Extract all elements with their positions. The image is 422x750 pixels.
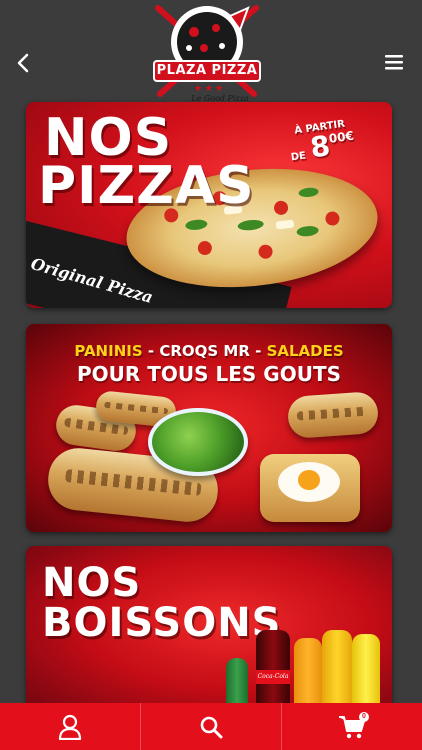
subtitle-separator: - — [249, 342, 267, 360]
banner-title: POUR TOUS LES GOUTS — [77, 362, 341, 386]
header: ★ ★ ★ PLAZA PIZZA Le Good Pizza — [0, 0, 422, 103]
banner-title-line2: BOISSONS — [42, 600, 282, 646]
banner-pizzas[interactable]: NOS PIZZAS À PARTIR DE 800€ Original Piz… — [26, 102, 392, 308]
nav-account[interactable] — [0, 703, 141, 750]
banner-boissons[interactable]: NOS BOISSONS Coca-Cola — [26, 546, 392, 716]
subtitle-salades: SALADES — [266, 342, 344, 360]
nav-cart[interactable]: 0 — [282, 703, 422, 750]
salad-image — [148, 408, 248, 476]
price-badge: À PARTIR DE 800€ — [286, 118, 356, 166]
nav-search[interactable] — [141, 703, 282, 750]
banner-title-line2: PIZZAS — [38, 156, 255, 216]
banner-subtitle: PANINIS - CROQS MR - SALADES — [26, 342, 392, 360]
subtitle-separator: - — [142, 342, 160, 360]
bottom-nav: 0 — [0, 703, 422, 750]
hamburger-icon — [385, 55, 403, 70]
subtitle-paninis: PANINIS — [74, 342, 143, 360]
price-cents: 00€ — [327, 128, 355, 146]
banner-title-line1: NOS — [42, 560, 142, 606]
subtitle-croqs: CROQS MR — [159, 342, 250, 360]
panini-image — [286, 390, 380, 440]
cart-count-badge: 0 — [359, 712, 369, 722]
search-icon — [200, 716, 223, 738]
chevron-left-icon — [17, 53, 29, 73]
croque-madame-image — [260, 454, 360, 522]
logo-emblem-icon: ★ ★ ★ — [155, 5, 259, 97]
banner-paninis[interactable]: PANINIS - CROQS MR - SALADES POUR TOUS L… — [26, 324, 392, 532]
price-label-de: DE — [289, 150, 307, 164]
logo-text: PLAZA PIZZA — [153, 60, 261, 82]
svg-text:★ ★ ★: ★ ★ ★ — [194, 83, 223, 93]
back-button[interactable] — [10, 48, 36, 78]
bottle-label: Coca-Cola — [256, 670, 290, 684]
menu-button[interactable] — [382, 50, 406, 74]
user-icon — [58, 714, 82, 740]
logo[interactable]: ★ ★ ★ PLAZA PIZZA Le Good Pizza — [144, 2, 270, 112]
